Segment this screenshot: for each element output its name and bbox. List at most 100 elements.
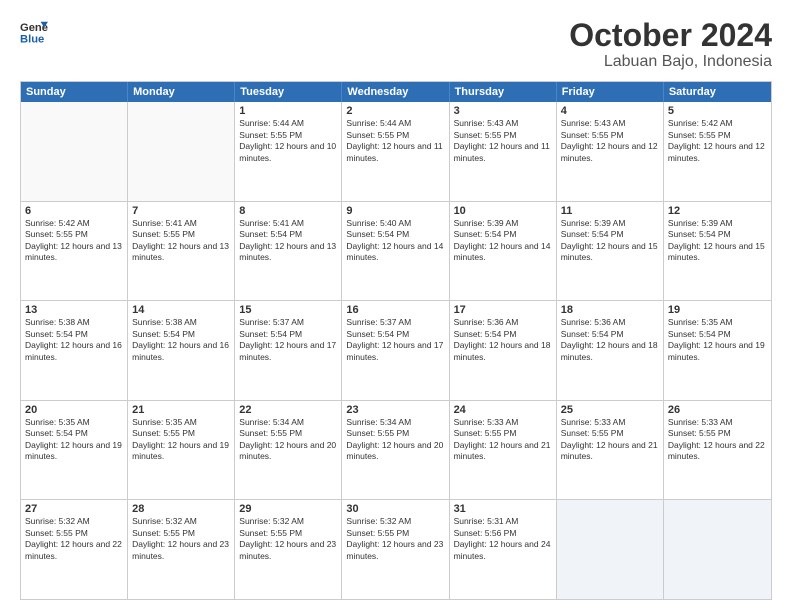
day-17: 17Sunrise: 5:36 AMSunset: 5:54 PMDayligh… [450, 301, 557, 400]
sunrise-21: Sunrise: 5:35 AM [132, 417, 230, 428]
calendar-body: 1Sunrise: 5:44 AMSunset: 5:55 PMDaylight… [21, 102, 771, 599]
sunset-19: Sunset: 5:54 PM [668, 329, 767, 340]
sunset-10: Sunset: 5:54 PM [454, 229, 552, 240]
sunset-25: Sunset: 5:55 PM [561, 428, 659, 439]
cell-info-12: Sunrise: 5:39 AMSunset: 5:54 PMDaylight:… [668, 218, 767, 264]
sunset-28: Sunset: 5:55 PM [132, 528, 230, 539]
sunrise-24: Sunrise: 5:33 AM [454, 417, 552, 428]
day-number-18: 18 [561, 304, 659, 316]
sunset-27: Sunset: 5:55 PM [25, 528, 123, 539]
sunset-22: Sunset: 5:55 PM [239, 428, 337, 439]
cell-info-21: Sunrise: 5:35 AMSunset: 5:55 PMDaylight:… [132, 417, 230, 463]
day-28: 28Sunrise: 5:32 AMSunset: 5:55 PMDayligh… [128, 500, 235, 599]
sunset-30: Sunset: 5:55 PM [346, 528, 444, 539]
day-29: 29Sunrise: 5:32 AMSunset: 5:55 PMDayligh… [235, 500, 342, 599]
sunrise-15: Sunrise: 5:37 AM [239, 317, 337, 328]
day-number-19: 19 [668, 304, 767, 316]
calendar: Sunday Monday Tuesday Wednesday Thursday… [20, 81, 772, 600]
cell-info-11: Sunrise: 5:39 AMSunset: 5:54 PMDaylight:… [561, 218, 659, 264]
daylight-18: Daylight: 12 hours and 18 minutes. [561, 340, 659, 363]
daylight-17: Daylight: 12 hours and 18 minutes. [454, 340, 552, 363]
day-number-21: 21 [132, 404, 230, 416]
sunrise-13: Sunrise: 5:38 AM [25, 317, 123, 328]
cell-info-1: Sunrise: 5:44 AMSunset: 5:55 PMDaylight:… [239, 118, 337, 164]
title-block: October 2024 Labuan Bajo, Indonesia [569, 18, 772, 71]
week-3: 13Sunrise: 5:38 AMSunset: 5:54 PMDayligh… [21, 301, 771, 401]
sunset-13: Sunset: 5:54 PM [25, 329, 123, 340]
sunrise-6: Sunrise: 5:42 AM [25, 218, 123, 229]
day-number-16: 16 [346, 304, 444, 316]
sunset-7: Sunset: 5:55 PM [132, 229, 230, 240]
day-number-17: 17 [454, 304, 552, 316]
day-number-3: 3 [454, 105, 552, 117]
cell-info-9: Sunrise: 5:40 AMSunset: 5:54 PMDaylight:… [346, 218, 444, 264]
daylight-11: Daylight: 12 hours and 15 minutes. [561, 241, 659, 264]
empty-cell-w5-d6 [557, 500, 664, 599]
day-26: 26Sunrise: 5:33 AMSunset: 5:55 PMDayligh… [664, 401, 771, 500]
cell-info-25: Sunrise: 5:33 AMSunset: 5:55 PMDaylight:… [561, 417, 659, 463]
sunset-14: Sunset: 5:54 PM [132, 329, 230, 340]
sunset-3: Sunset: 5:55 PM [454, 130, 552, 141]
daylight-1: Daylight: 12 hours and 10 minutes. [239, 141, 337, 164]
sunrise-9: Sunrise: 5:40 AM [346, 218, 444, 229]
daylight-10: Daylight: 12 hours and 14 minutes. [454, 241, 552, 264]
sunset-20: Sunset: 5:54 PM [25, 428, 123, 439]
sunset-17: Sunset: 5:54 PM [454, 329, 552, 340]
sunrise-26: Sunrise: 5:33 AM [668, 417, 767, 428]
day-19: 19Sunrise: 5:35 AMSunset: 5:54 PMDayligh… [664, 301, 771, 400]
day-4: 4Sunrise: 5:43 AMSunset: 5:55 PMDaylight… [557, 102, 664, 201]
cell-info-23: Sunrise: 5:34 AMSunset: 5:55 PMDaylight:… [346, 417, 444, 463]
day-30: 30Sunrise: 5:32 AMSunset: 5:55 PMDayligh… [342, 500, 449, 599]
day-number-1: 1 [239, 105, 337, 117]
daylight-13: Daylight: 12 hours and 16 minutes. [25, 340, 123, 363]
sunrise-12: Sunrise: 5:39 AM [668, 218, 767, 229]
day-9: 9Sunrise: 5:40 AMSunset: 5:54 PMDaylight… [342, 202, 449, 301]
header-wednesday: Wednesday [342, 82, 449, 102]
sunset-31: Sunset: 5:56 PM [454, 528, 552, 539]
empty-cell-w5-d7 [664, 500, 771, 599]
day-20: 20Sunrise: 5:35 AMSunset: 5:54 PMDayligh… [21, 401, 128, 500]
day-number-10: 10 [454, 205, 552, 217]
daylight-14: Daylight: 12 hours and 16 minutes. [132, 340, 230, 363]
sunset-5: Sunset: 5:55 PM [668, 130, 767, 141]
day-3: 3Sunrise: 5:43 AMSunset: 5:55 PMDaylight… [450, 102, 557, 201]
cell-info-20: Sunrise: 5:35 AMSunset: 5:54 PMDaylight:… [25, 417, 123, 463]
daylight-19: Daylight: 12 hours and 19 minutes. [668, 340, 767, 363]
sunrise-25: Sunrise: 5:33 AM [561, 417, 659, 428]
day-13: 13Sunrise: 5:38 AMSunset: 5:54 PMDayligh… [21, 301, 128, 400]
day-1: 1Sunrise: 5:44 AMSunset: 5:55 PMDaylight… [235, 102, 342, 201]
day-25: 25Sunrise: 5:33 AMSunset: 5:55 PMDayligh… [557, 401, 664, 500]
sunrise-1: Sunrise: 5:44 AM [239, 118, 337, 129]
header-saturday: Saturday [664, 82, 771, 102]
cell-info-13: Sunrise: 5:38 AMSunset: 5:54 PMDaylight:… [25, 317, 123, 363]
sunset-24: Sunset: 5:55 PM [454, 428, 552, 439]
sunset-9: Sunset: 5:54 PM [346, 229, 444, 240]
sunset-18: Sunset: 5:54 PM [561, 329, 659, 340]
calendar-header-row: Sunday Monday Tuesday Wednesday Thursday… [21, 82, 771, 102]
day-number-6: 6 [25, 205, 123, 217]
daylight-9: Daylight: 12 hours and 14 minutes. [346, 241, 444, 264]
day-6: 6Sunrise: 5:42 AMSunset: 5:55 PMDaylight… [21, 202, 128, 301]
sunrise-18: Sunrise: 5:36 AM [561, 317, 659, 328]
sunset-29: Sunset: 5:55 PM [239, 528, 337, 539]
sunrise-5: Sunrise: 5:42 AM [668, 118, 767, 129]
sunset-11: Sunset: 5:54 PM [561, 229, 659, 240]
daylight-8: Daylight: 12 hours and 13 minutes. [239, 241, 337, 264]
daylight-15: Daylight: 12 hours and 17 minutes. [239, 340, 337, 363]
day-number-7: 7 [132, 205, 230, 217]
day-11: 11Sunrise: 5:39 AMSunset: 5:54 PMDayligh… [557, 202, 664, 301]
cell-info-29: Sunrise: 5:32 AMSunset: 5:55 PMDaylight:… [239, 516, 337, 562]
day-15: 15Sunrise: 5:37 AMSunset: 5:54 PMDayligh… [235, 301, 342, 400]
day-number-12: 12 [668, 205, 767, 217]
sunset-12: Sunset: 5:54 PM [668, 229, 767, 240]
sunset-6: Sunset: 5:55 PM [25, 229, 123, 240]
sunrise-14: Sunrise: 5:38 AM [132, 317, 230, 328]
day-24: 24Sunrise: 5:33 AMSunset: 5:55 PMDayligh… [450, 401, 557, 500]
cell-info-8: Sunrise: 5:41 AMSunset: 5:54 PMDaylight:… [239, 218, 337, 264]
day-2: 2Sunrise: 5:44 AMSunset: 5:55 PMDaylight… [342, 102, 449, 201]
sunrise-4: Sunrise: 5:43 AM [561, 118, 659, 129]
svg-text:Blue: Blue [20, 33, 44, 45]
daylight-29: Daylight: 12 hours and 23 minutes. [239, 539, 337, 562]
cell-info-22: Sunrise: 5:34 AMSunset: 5:55 PMDaylight:… [239, 417, 337, 463]
sunrise-17: Sunrise: 5:36 AM [454, 317, 552, 328]
